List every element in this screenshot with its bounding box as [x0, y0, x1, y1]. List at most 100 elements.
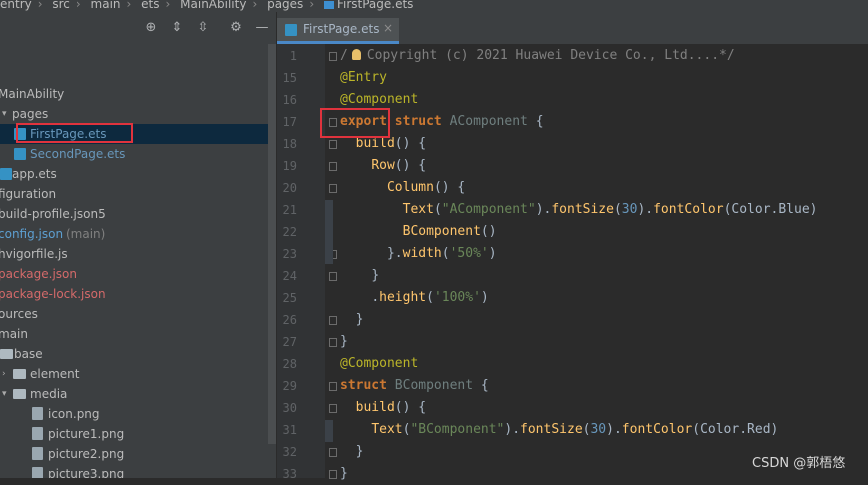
tab-firstpage[interactable]: FirstPage.ets × — [277, 18, 399, 44]
code-token: ) — [480, 290, 489, 305]
fold-marker-icon[interactable] — [329, 338, 337, 347]
breadcrumb-item[interactable]: pages — [267, 0, 303, 10]
code-token: ). — [606, 422, 622, 437]
tree-item-package-json[interactable]: package.json — [0, 264, 268, 284]
code-line-25: .height('100%') — [340, 287, 489, 309]
tree-item-main[interactable]: main — [0, 324, 268, 344]
tree-item-picture3[interactable]: picture3.png — [0, 464, 268, 478]
breadcrumb-item[interactable]: MainAbility — [180, 0, 246, 10]
code-token: fontColor — [621, 422, 693, 437]
tree-item-icon-png[interactable]: icon.png — [0, 404, 268, 424]
code-token: } — [340, 466, 348, 481]
tree-item-label: package-lock.json — [0, 287, 106, 301]
code-token: width — [402, 246, 442, 261]
close-icon[interactable]: × — [383, 21, 393, 35]
code-token: (Color.Blue) — [723, 202, 818, 217]
fold-marker-icon[interactable] — [329, 184, 337, 193]
code-token: ( — [441, 246, 450, 261]
fold-marker-icon[interactable] — [329, 316, 337, 325]
line-number: 15 — [282, 71, 297, 85]
code-token: { — [535, 114, 544, 129]
breadcrumb-item[interactable]: FirstPage.ets — [337, 0, 413, 10]
line-number: 20 — [282, 181, 297, 195]
line-number: 18 — [282, 137, 297, 151]
code-token: fontSize — [520, 422, 583, 437]
fold-marker-icon[interactable] — [329, 140, 337, 149]
fold-marker-icon[interactable] — [329, 52, 337, 61]
code-token: () { — [394, 136, 427, 151]
highlight-box — [320, 108, 390, 138]
code-token: '100%' — [433, 290, 481, 305]
tree-item-configuration[interactable]: figuration — [0, 184, 268, 204]
code-line-26: } — [340, 309, 364, 331]
line-number: 19 — [282, 159, 297, 173]
expand-all-icon[interactable]: ⇕ — [170, 21, 184, 35]
code-token: "BComponent" — [410, 422, 505, 437]
fold-marker-icon[interactable] — [329, 162, 337, 171]
breadcrumb-item[interactable]: src — [52, 0, 70, 10]
fold-marker-icon[interactable] — [329, 404, 337, 413]
tree-item-label: config.json — [0, 227, 64, 241]
tree-item-app-ets[interactable]: app.ets — [0, 164, 268, 184]
chevron-down-icon[interactable]: ▾ — [2, 104, 7, 124]
code-token: }. — [386, 246, 403, 261]
minimize-icon[interactable]: — — [255, 21, 269, 35]
collapse-all-icon[interactable]: ⇳ — [196, 21, 210, 35]
tree-item-hvigorfile[interactable]: hvigorfile.js — [0, 244, 268, 264]
fold-marker-icon[interactable] — [329, 448, 337, 457]
chevron-right-icon[interactable]: › — [2, 364, 6, 384]
code-token: () — [480, 224, 497, 239]
code-line-15: @Entry — [340, 67, 387, 89]
tree-item-secondpage[interactable]: SecondPage.ets — [0, 144, 268, 164]
code-token: ). — [535, 202, 552, 217]
ets-file-icon — [323, 1, 334, 9]
locate-icon[interactable]: ⊕ — [144, 21, 158, 35]
code-token: @Entry — [340, 70, 387, 85]
line-number: 30 — [282, 401, 297, 415]
tree-item-element[interactable]: › element — [0, 364, 268, 384]
tree-item-picture1[interactable]: picture1.png — [0, 424, 268, 444]
code-line-20: Column() { — [340, 177, 465, 199]
breadcrumb: entry › src › main › ets › MainAbility › page… — [0, 0, 868, 12]
code-line-33: } — [340, 463, 348, 485]
breadcrumb-item[interactable]: ets — [141, 0, 159, 10]
code-token: struct — [394, 114, 442, 129]
folder-icon — [13, 369, 26, 379]
tree-item-label: base — [14, 347, 43, 361]
code-line-23: }.width('50%') — [340, 243, 497, 265]
code-token: () { — [433, 180, 466, 195]
tree-item-package-lock[interactable]: package-lock.json — [0, 284, 268, 304]
line-number: 25 — [282, 291, 297, 305]
breadcrumb-item[interactable]: main — [91, 0, 121, 10]
tree-item-resources[interactable]: ources — [0, 304, 268, 324]
code-token: (Color.Red) — [692, 422, 779, 437]
tree-item-picture2[interactable]: picture2.png — [0, 444, 268, 464]
image-file-icon — [32, 407, 43, 420]
tree-item-mainability[interactable]: MainAbility — [0, 84, 268, 104]
project-scrollbar[interactable] — [268, 44, 276, 444]
code-token: 30 — [621, 202, 638, 217]
tree-item-base[interactable]: base — [0, 344, 268, 364]
tree-item-config-json[interactable]: config.json (main) — [0, 224, 268, 244]
code-token: fontSize — [551, 202, 614, 217]
chevron-right-icon: › — [75, 0, 81, 11]
code-token: AComponent — [449, 114, 528, 129]
line-number: 22 — [282, 225, 297, 239]
fold-marker-icon[interactable] — [329, 272, 337, 281]
fold-marker-icon[interactable] — [329, 382, 337, 391]
code-line-19: Row() { — [340, 155, 426, 177]
image-file-icon — [32, 447, 43, 460]
tree-item-build-profile[interactable]: build-profile.json5 — [0, 204, 268, 224]
tree-item-media[interactable]: ▾ media — [0, 384, 268, 404]
tree-item-hint: (main) — [66, 227, 106, 241]
tree-item-label: pages — [12, 107, 49, 121]
lightbulb-icon[interactable] — [351, 49, 361, 60]
code-token: Text — [402, 202, 434, 217]
folder-icon — [0, 349, 13, 359]
code-token: ( — [433, 202, 442, 217]
code-token: } — [355, 312, 364, 327]
chevron-down-icon[interactable]: ▾ — [2, 384, 7, 404]
tree-item-pages[interactable]: ▾ pages — [0, 104, 268, 124]
gear-icon[interactable]: ⚙ — [229, 21, 243, 35]
breadcrumb-item[interactable]: entry — [0, 0, 32, 10]
